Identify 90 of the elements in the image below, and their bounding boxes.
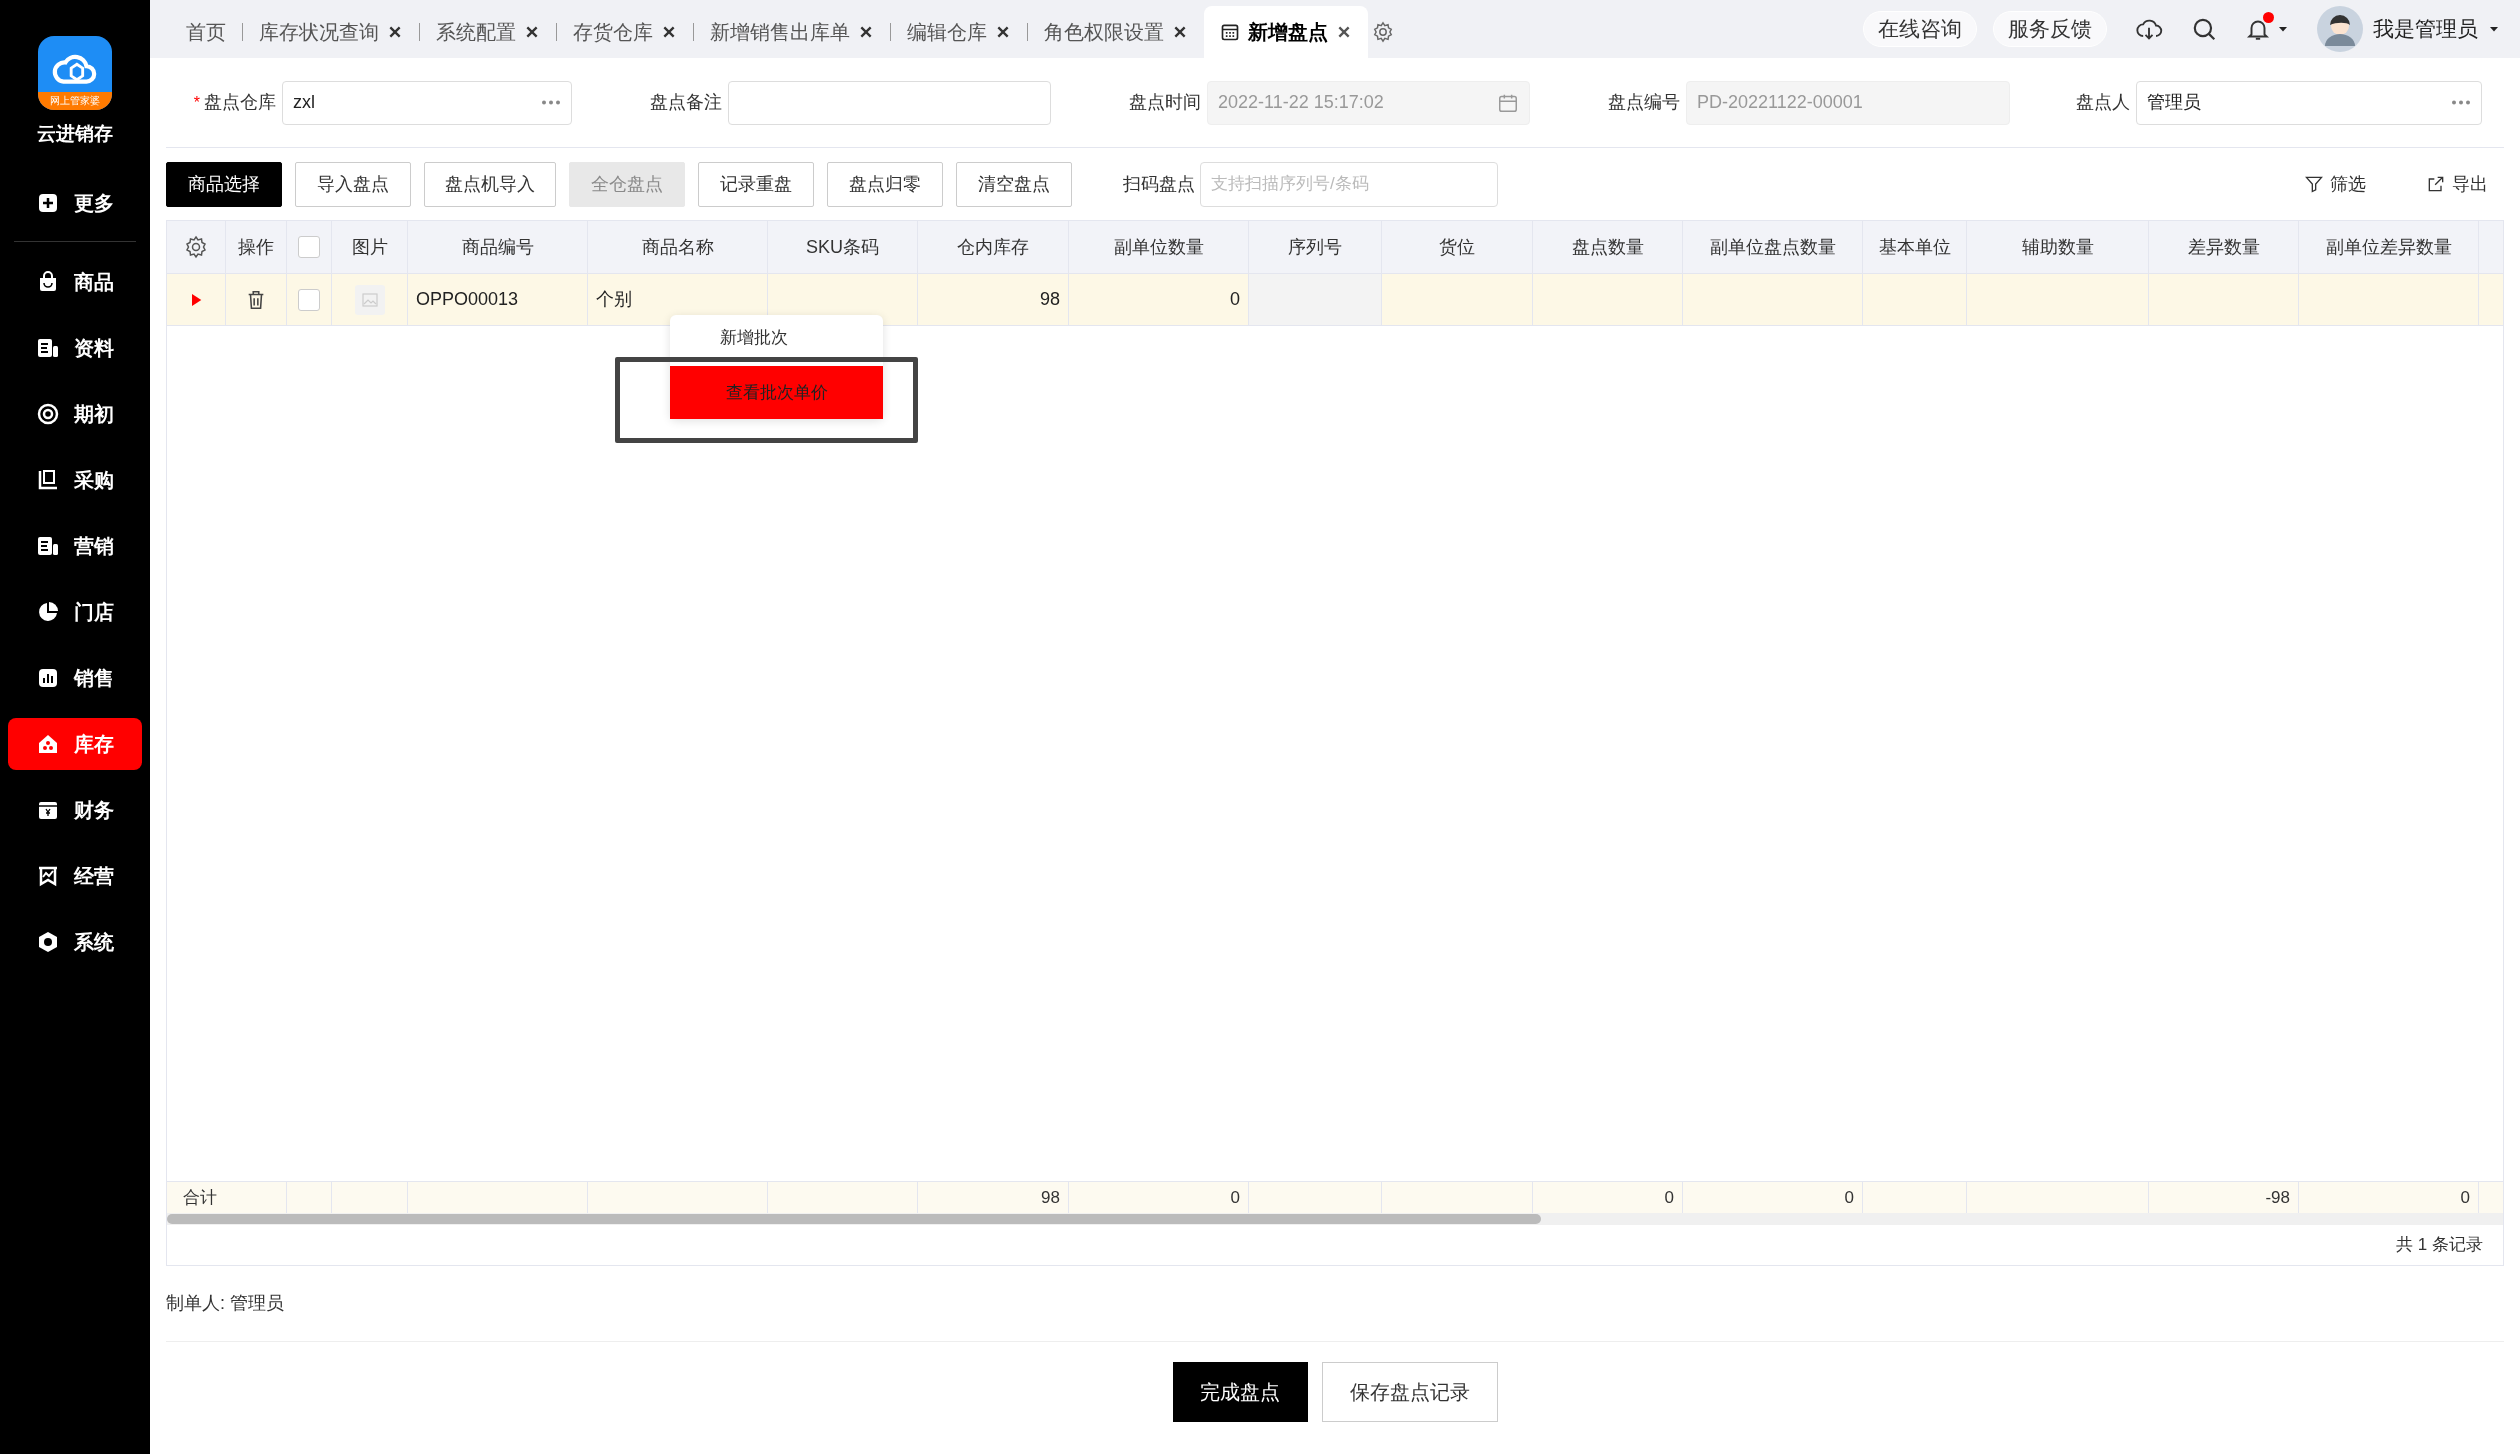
column-header: SKU条码 bbox=[806, 235, 879, 259]
sidebar-item[interactable]: 资料 bbox=[8, 321, 142, 374]
tab[interactable]: 库存状况查询 bbox=[243, 6, 419, 58]
share-icon bbox=[2426, 174, 2446, 194]
target-icon bbox=[36, 401, 60, 426]
sidebar-item[interactable]: 营销 bbox=[8, 519, 142, 572]
close-icon[interactable] bbox=[1336, 24, 1352, 40]
close-icon[interactable] bbox=[1172, 24, 1188, 40]
tab[interactable]: 新增销售出库单 bbox=[694, 6, 890, 58]
column-header: 差异数量 bbox=[2187, 235, 2260, 259]
input-field[interactable]: 管理员 bbox=[2136, 80, 2482, 125]
toolbar-button[interactable]: 商品选择 bbox=[166, 161, 282, 207]
app-name: 云进销存 bbox=[37, 122, 113, 146]
column-header: 货位 bbox=[1439, 235, 1475, 259]
toolbar-button[interactable]: 记录重盘 bbox=[698, 161, 814, 207]
column-header: 基本单位 bbox=[1878, 235, 1951, 259]
more-icon[interactable] bbox=[2451, 100, 2471, 105]
more-icon[interactable] bbox=[541, 100, 561, 105]
column-header: 盘点数量 bbox=[1571, 235, 1644, 259]
field-label: 盘点仓库 bbox=[204, 91, 276, 114]
column-header: 序列号 bbox=[1288, 235, 1342, 259]
image-placeholder-icon bbox=[354, 284, 385, 315]
toolbar-button[interactable]: 清空盘点 bbox=[956, 161, 1072, 207]
close-icon[interactable] bbox=[661, 24, 677, 40]
column-header: 操作 bbox=[238, 235, 274, 259]
user-name[interactable]: 我是管理员 bbox=[2373, 13, 2478, 45]
clipboard-icon bbox=[36, 467, 60, 492]
pie-chart-icon bbox=[36, 599, 60, 624]
table-cell: OPPO00013 bbox=[408, 274, 588, 325]
scrollbar[interactable] bbox=[167, 1213, 2503, 1225]
search-icon[interactable] bbox=[2191, 16, 2217, 42]
field-label: 盘点时间 bbox=[1129, 91, 1201, 114]
scan-label: 扫码盘点 bbox=[1123, 172, 1195, 196]
toolbar-button[interactable]: 导入盘点 bbox=[295, 161, 411, 207]
scan-input[interactable]: 支持扫描序列号/条码 bbox=[1200, 161, 1498, 207]
checkbox[interactable] bbox=[298, 288, 320, 311]
field-label: 盘点人 bbox=[2076, 91, 2130, 114]
footer-button[interactable]: 完成盘点 bbox=[1172, 1362, 1308, 1422]
tab[interactable]: 编辑仓库 bbox=[891, 6, 1027, 58]
toolbar-button[interactable]: 盘点归零 bbox=[827, 161, 943, 207]
sidebar-item[interactable]: 门店 bbox=[8, 585, 142, 638]
calendar-icon bbox=[1220, 22, 1240, 42]
sidebar-item[interactable]: 财务 bbox=[8, 783, 142, 836]
column-header: 图片 bbox=[351, 235, 388, 259]
sidebar-item[interactable]: 更多 bbox=[8, 176, 142, 229]
sidebar-item[interactable]: 采购 bbox=[8, 453, 142, 506]
sidebar-item[interactable]: 商品 bbox=[8, 255, 142, 308]
creator-text: 制单人: 管理员 bbox=[166, 1292, 284, 1315]
column-header: 仓内库存 bbox=[957, 235, 1029, 259]
sidebar-item[interactable]: 库存 bbox=[8, 717, 142, 770]
close-icon[interactable] bbox=[524, 24, 540, 40]
tab[interactable]: 新增盘点 bbox=[1204, 6, 1368, 58]
close-icon[interactable] bbox=[995, 24, 1011, 40]
sidebar-item[interactable]: 经营 bbox=[8, 849, 142, 902]
filter-icon bbox=[2304, 174, 2324, 194]
field-label: 盘点备注 bbox=[650, 91, 722, 114]
settings-icon[interactable] bbox=[184, 235, 208, 259]
field-label: 盘点编号 bbox=[1608, 91, 1680, 114]
column-header: 副单位差异数量 bbox=[2325, 235, 2452, 259]
input-field[interactable]: zxl bbox=[282, 80, 572, 125]
required-mark: * bbox=[193, 92, 200, 113]
header-link[interactable]: 服务反馈 bbox=[1993, 11, 2107, 47]
tab[interactable]: 存货仓库 bbox=[557, 6, 693, 58]
table-cell: 98 bbox=[918, 274, 1069, 325]
column-header: 商品编号 bbox=[461, 235, 534, 259]
logo-icon: 网上管家婆 bbox=[38, 36, 112, 110]
sidebar-item[interactable]: 期初 bbox=[8, 387, 142, 440]
checkbox[interactable] bbox=[298, 236, 320, 258]
sidebar-item[interactable]: 销售 bbox=[8, 651, 142, 704]
tab[interactable]: 角色权限设置 bbox=[1028, 6, 1204, 58]
close-icon[interactable] bbox=[858, 24, 874, 40]
toolbar-link[interactable]: 筛选 bbox=[2304, 170, 2366, 198]
footer-button[interactable]: 保存盘点记录 bbox=[1321, 1362, 1498, 1422]
settings-icon[interactable] bbox=[1372, 21, 1394, 43]
column-header: 辅助数量 bbox=[2021, 235, 2094, 259]
close-icon[interactable] bbox=[387, 24, 403, 40]
sidebar-item[interactable]: 系统 bbox=[8, 915, 142, 968]
menu-item[interactable]: 查看批次单价 bbox=[670, 366, 883, 419]
tab[interactable]: 系统配置 bbox=[420, 6, 556, 58]
avatar[interactable] bbox=[2317, 6, 2363, 52]
toolbar-link[interactable]: 导出 bbox=[2426, 170, 2488, 198]
column-header: 商品名称 bbox=[641, 235, 714, 259]
record-count: 共 1 条记录 bbox=[2396, 1234, 2483, 1257]
tab[interactable]: 首页 bbox=[170, 6, 242, 58]
header-link[interactable]: 在线咨询 bbox=[1863, 11, 1977, 47]
toolbar-button[interactable]: 盘点机导入 bbox=[424, 161, 556, 207]
hexagon-icon bbox=[36, 929, 60, 954]
input-field[interactable] bbox=[728, 80, 1051, 125]
column-header: 副单位盘点数量 bbox=[1709, 235, 1836, 259]
column-header: 副单位数量 bbox=[1113, 235, 1204, 259]
